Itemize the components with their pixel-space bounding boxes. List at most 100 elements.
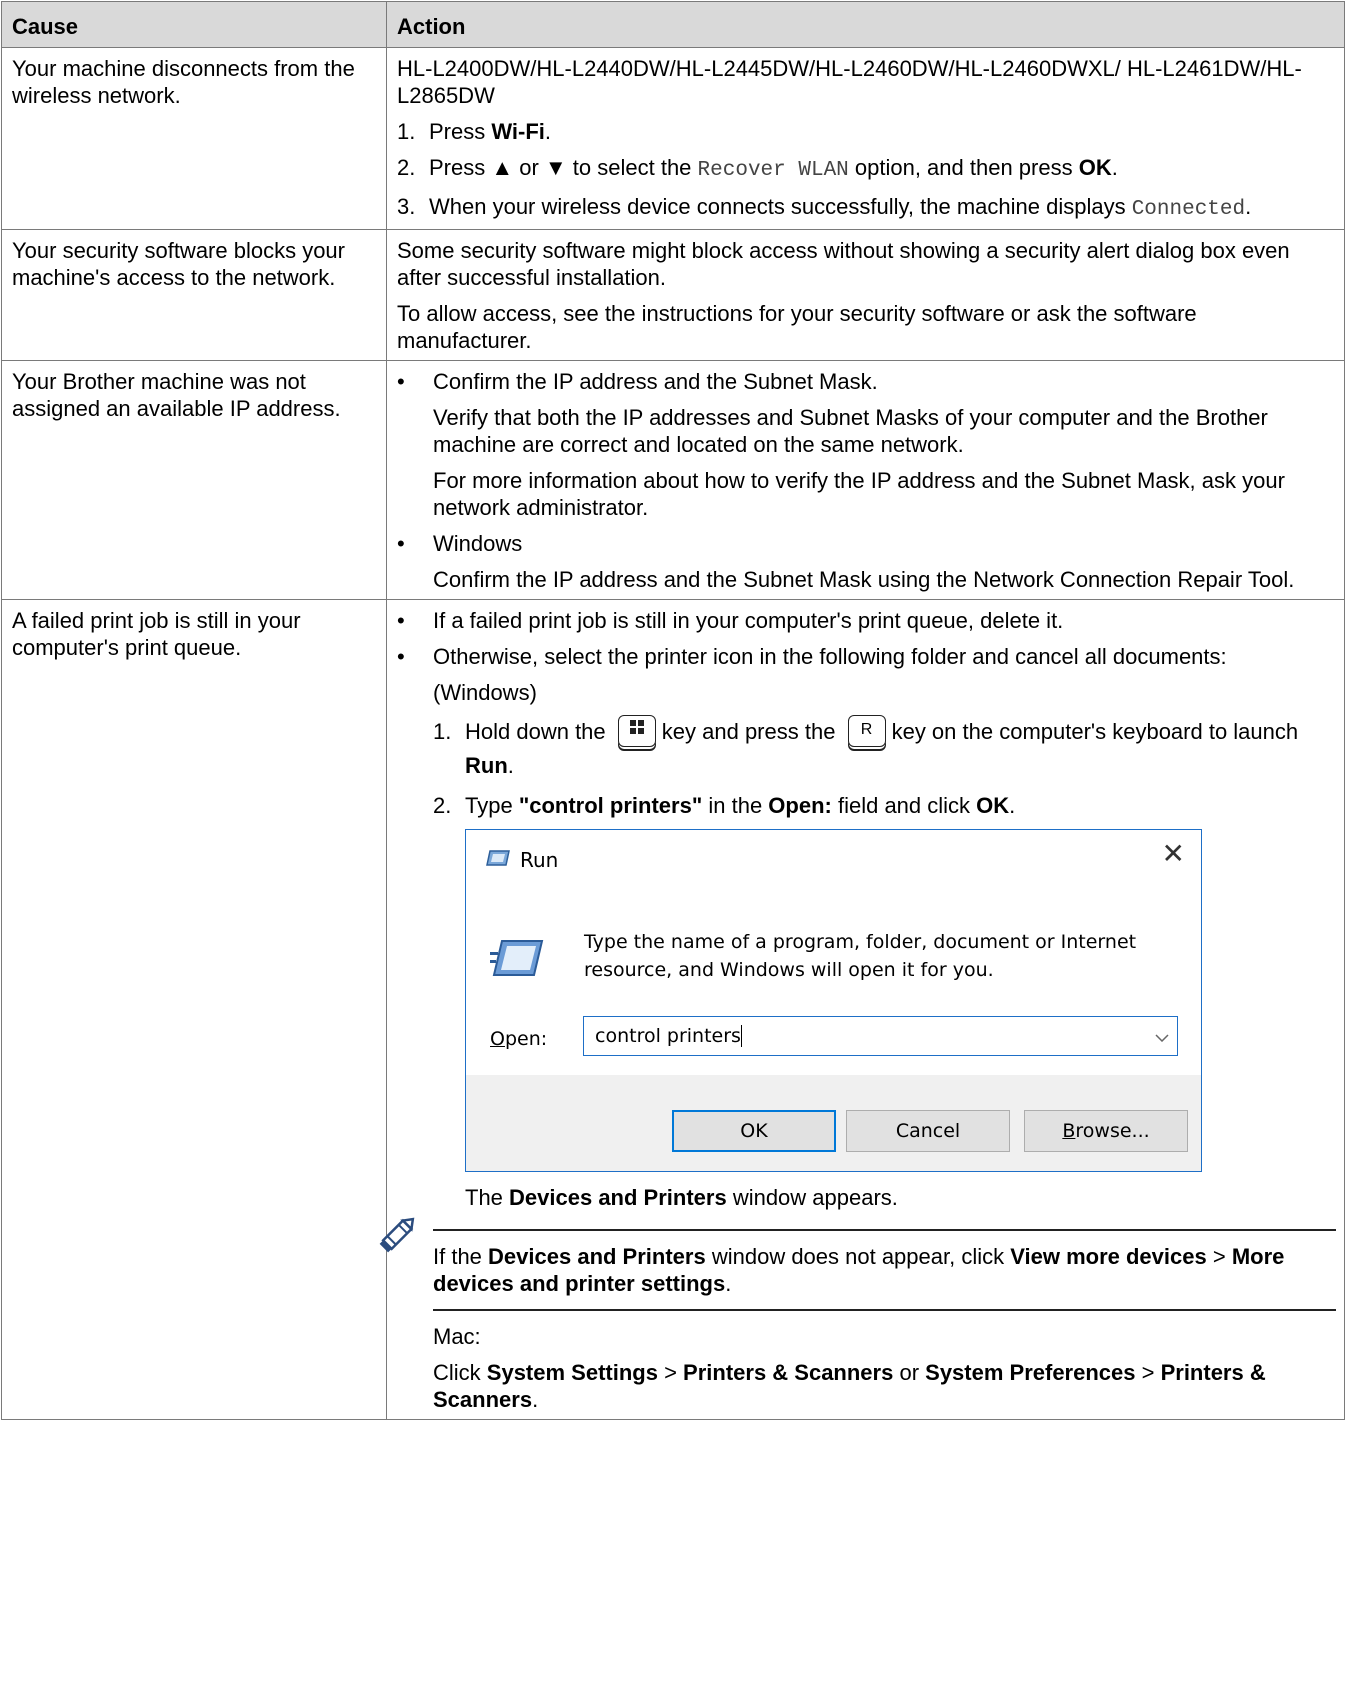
step-bold: "control printers" <box>518 793 703 819</box>
header-action: Action <box>386 1 1345 48</box>
table-row: A failed print job is still in your comp… <box>1 598 1345 1421</box>
open-input[interactable]: control printers <box>583 1016 1178 1057</box>
run-dialog-title: Run <box>520 848 559 873</box>
open-label: Open: <box>490 1026 547 1053</box>
document-page: Cause Action Your machine disconnects fr… <box>0 0 1346 1685</box>
step-number: 2. <box>397 155 416 180</box>
cause-cell: A failed print job is still in your comp… <box>1 598 387 1421</box>
step-item: 3. When your wireless device connects suc… <box>397 193 1336 223</box>
run-description: Type the name of a program, folder, docu… <box>584 931 1137 982</box>
bullet-item: • Otherwise, select the printer icon in … <box>379 643 1336 1413</box>
text: . <box>532 1387 539 1413</box>
paragraph: To allow access, see the instructions fo… <box>397 301 1197 353</box>
step-text: key and press the <box>661 719 836 744</box>
paragraph: Click System Settings > Printers & Scann… <box>433 1359 1336 1413</box>
header-cause: Cause <box>1 1 387 48</box>
bullet-dot: • <box>397 644 405 669</box>
step-text: key on the computer's keyboard to launch <box>891 719 1299 744</box>
run-small-icon <box>486 847 510 874</box>
step-number: 1. <box>433 719 452 744</box>
step-bold: Open: <box>768 793 832 819</box>
bullet-dot: • <box>397 531 405 556</box>
text: Click <box>433 1360 487 1386</box>
step-text: . <box>507 753 514 779</box>
paragraph: The Devices and Printers window appears. <box>465 1184 1336 1211</box>
text: > <box>657 1360 684 1386</box>
troubleshooting-table: Cause Action Your machine disconnects fr… <box>1 1 1345 1421</box>
step-item: 1. Hold down the key and press the Rkey o… <box>433 715 1336 783</box>
browse-accel: B <box>1062 1120 1076 1143</box>
action-cell: Some security software might block acces… <box>386 229 1345 361</box>
step-list: 1. Press Wi-Fi. 2. Press ▲ or ▼ to select … <box>397 118 1336 223</box>
step-number: 1. <box>397 119 416 144</box>
bullet-item: • Windows Confirm the IP address and the… <box>397 530 1336 593</box>
chevron-down-icon[interactable] <box>1147 1023 1177 1050</box>
text: or <box>893 1360 926 1386</box>
bold-text: View more devices <box>1010 1244 1207 1270</box>
step-text: Type <box>465 793 519 819</box>
step-text: . <box>544 119 552 144</box>
paragraph: For more information about how to verify… <box>433 468 1285 520</box>
mac-label: Mac: <box>433 1324 481 1350</box>
bullet-item: • If a failed print job is still in your… <box>397 607 1336 634</box>
text: The <box>465 1185 510 1211</box>
paragraph: If a failed print job is still in your c… <box>433 608 1064 633</box>
cause-cell: Your security software blocks your machi… <box>1 229 387 361</box>
open-label-text: pen: <box>504 1028 548 1051</box>
windows-key-icon <box>617 715 656 748</box>
table-row: Your Brother machine was not assigned an… <box>1 360 1345 600</box>
r-key-icon: R <box>847 715 886 748</box>
step-list: 1. Hold down the key and press the Rkey o… <box>433 715 1336 1211</box>
bold-text: System Settings <box>486 1360 658 1386</box>
paragraph: Verify that both the IP addresses and Su… <box>433 405 1268 457</box>
step-bold: Wi-Fi <box>491 119 545 144</box>
step-item: 2. Type "control printers" in the Open: f… <box>433 792 1336 1211</box>
bold-text: System Preferences <box>925 1360 1136 1386</box>
action-cell: HL-L2400DW/HL-L2440DW/HL-L2445DW/HL-L246… <box>386 47 1345 230</box>
pencil-icon <box>375 1211 421 1263</box>
table-row: Your machine disconnects from the wirele… <box>1 47 1345 230</box>
open-input-text: control printers <box>595 1024 741 1047</box>
bullet-title: Windows <box>433 531 523 556</box>
paragraph: Some security software might block acces… <box>397 238 1290 290</box>
step-text: Press ▲ or ▼ to select the <box>429 155 698 180</box>
step-text: Hold down the <box>465 719 606 744</box>
step-item: 2. Press ▲ or ▼ to select the Recover WLA… <box>397 154 1336 184</box>
step-text: in the <box>702 793 769 819</box>
paragraph: Confirm the IP address and the Subnet Ma… <box>433 567 1295 592</box>
table-header-row: Cause Action <box>1 1 1345 48</box>
text: > <box>1206 1244 1232 1270</box>
run-dialog-footer: OK Cancel Browse... <box>466 1075 1201 1172</box>
step-text: . <box>1009 793 1016 819</box>
action-cell: • Confirm the IP address and the Subnet … <box>386 360 1345 600</box>
text: window appears. <box>726 1185 898 1211</box>
browse-text: rowse... <box>1075 1120 1150 1143</box>
browse-button[interactable]: Browse... <box>1024 1110 1188 1153</box>
text: . <box>725 1271 732 1297</box>
open-input-value[interactable]: control printers <box>584 1023 1147 1050</box>
bullet-title: Confirm the IP address and the Subnet Ma… <box>433 369 878 394</box>
bold-text: Devices and Printers <box>509 1185 727 1211</box>
step-bold: Run <box>465 753 508 779</box>
cancel-button[interactable]: Cancel <box>846 1110 1010 1153</box>
step-text: When your wireless device connects succe… <box>429 194 1132 219</box>
lcd-text: Recover WLAN <box>697 159 849 182</box>
step-text: . <box>1245 194 1252 219</box>
ok-button[interactable]: OK <box>672 1110 836 1153</box>
bold-text: Devices and Printers <box>488 1244 706 1270</box>
step-number: 3. <box>397 194 416 219</box>
step-text: Press <box>429 119 492 144</box>
step-bold: OK <box>976 793 1010 819</box>
close-icon[interactable]: ✕ <box>1162 840 1185 868</box>
bullet-dot: • <box>397 608 405 633</box>
run-dialog: Run ✕ Type the name of a program, folder… <box>465 829 1202 1173</box>
text: If the <box>433 1244 489 1270</box>
bullet-dot: • <box>397 369 405 394</box>
step-bold: OK <box>1078 155 1112 180</box>
model-list: HL-L2400DW/HL-L2440DW/HL-L2445DW/HL-L246… <box>397 56 1302 108</box>
table-row: Your security software blocks your machi… <box>1 229 1345 361</box>
step-item: 1. Press Wi-Fi. <box>397 118 1336 145</box>
step-text: option, and then press <box>848 155 1079 180</box>
lcd-text: Connected <box>1131 198 1246 221</box>
open-label-accel: O <box>490 1028 505 1051</box>
